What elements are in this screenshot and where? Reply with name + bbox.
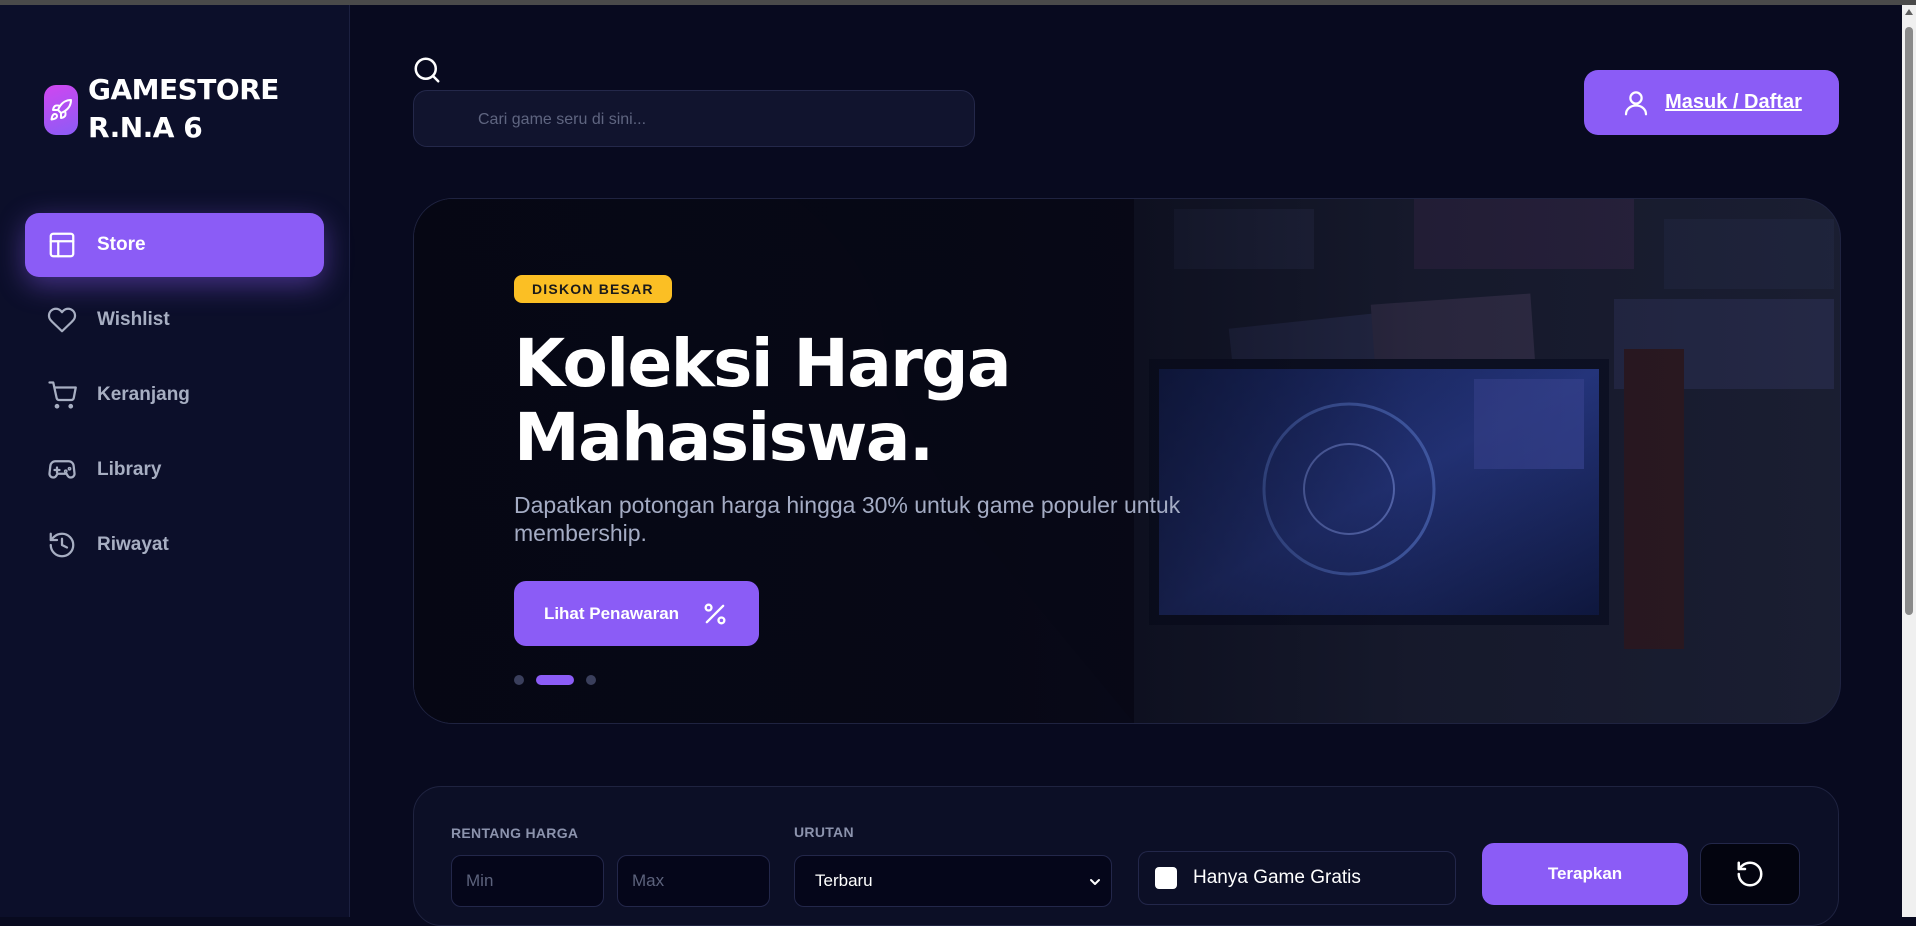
reset-icon bbox=[1737, 861, 1763, 887]
history-icon bbox=[49, 532, 75, 558]
percent-icon bbox=[704, 603, 726, 624]
user-icon bbox=[1625, 90, 1648, 115]
cart-icon bbox=[48, 381, 77, 409]
scrollbar-thumb[interactable] bbox=[1905, 27, 1913, 615]
sidebar-nav: Store Wishlist Keranjang Library Riwayat bbox=[25, 213, 324, 588]
scroll-up-arrow-icon[interactable] bbox=[1905, 9, 1913, 15]
gamepad-icon bbox=[48, 460, 76, 479]
hero-title-line-2: Mahasiswa. bbox=[514, 399, 934, 476]
price-max-input[interactable]: Max bbox=[617, 855, 770, 907]
sidebar-item-label: Wishlist bbox=[97, 309, 170, 330]
brand-name: GAMESTORE R.N.A 6 bbox=[88, 71, 279, 147]
discount-badge: DISKON BESAR bbox=[514, 275, 672, 303]
carousel-dot-active[interactable] bbox=[536, 675, 574, 685]
sidebar-item-library[interactable]: Library bbox=[25, 438, 324, 502]
sort-select[interactable]: Terbaru bbox=[794, 855, 1112, 907]
login-register-button[interactable]: Masuk / Daftar bbox=[1584, 70, 1839, 135]
free-only-toggle[interactable]: Hanya Game Gratis bbox=[1138, 851, 1456, 905]
sort-selected-value: Terbaru bbox=[815, 871, 873, 890]
search-icon bbox=[414, 57, 440, 83]
brand-line-1: GAMESTORE bbox=[88, 73, 279, 106]
login-register-label: Masuk / Daftar bbox=[1665, 91, 1802, 113]
price-max-placeholder: Max bbox=[632, 871, 665, 890]
store-icon bbox=[49, 232, 75, 258]
carousel-dot[interactable] bbox=[514, 675, 524, 685]
search-input[interactable] bbox=[476, 91, 960, 148]
carousel-indicators bbox=[514, 675, 608, 685]
carousel-dot[interactable] bbox=[586, 675, 596, 685]
sidebar-item-riwayat[interactable]: Riwayat bbox=[25, 513, 324, 577]
price-range-label: RENTANG HARGA bbox=[451, 825, 579, 841]
apply-filter-label: Terapkan bbox=[1547, 864, 1623, 883]
price-min-placeholder: Min bbox=[466, 871, 494, 890]
sidebar-item-label: Store bbox=[97, 234, 146, 255]
hero-title-line-1: Koleksi Harga bbox=[514, 325, 1012, 402]
page-scrollbar[interactable] bbox=[1902, 5, 1916, 917]
filter-panel: RENTANG HARGA Min Max URUTAN Terbaru Han… bbox=[413, 786, 1839, 926]
brand-logo[interactable]: GAMESTORE R.N.A 6 bbox=[44, 71, 279, 147]
free-only-checkbox[interactable] bbox=[1155, 867, 1177, 889]
sort-label: URUTAN bbox=[794, 824, 854, 840]
chevron-down-icon bbox=[1090, 879, 1100, 885]
sidebar-item-label: Riwayat bbox=[97, 534, 169, 555]
price-min-input[interactable]: Min bbox=[451, 855, 604, 907]
hero-banner: DISKON BESAR Koleksi Harga Mahasiswa. Da… bbox=[413, 198, 1841, 724]
sidebar-item-wishlist[interactable]: Wishlist bbox=[25, 288, 324, 352]
sidebar-item-label: Keranjang bbox=[97, 384, 190, 405]
view-offer-label: Lihat Penawaran bbox=[543, 603, 680, 623]
search-field bbox=[413, 90, 975, 148]
heart-icon bbox=[47, 307, 77, 333]
sidebar: GAMESTORE R.N.A 6 Store Wishlist Keranja… bbox=[0, 5, 350, 917]
brand-line-2: R.N.A 6 bbox=[88, 111, 203, 144]
hero-title: Koleksi Harga Mahasiswa. bbox=[514, 327, 1274, 475]
rocket-icon bbox=[44, 85, 78, 135]
free-only-label: Hanya Game Gratis bbox=[1193, 867, 1361, 888]
sidebar-item-store[interactable]: Store bbox=[25, 213, 324, 277]
hero-subtitle: Dapatkan potongan harga hingga 30% untuk… bbox=[514, 492, 1181, 546]
reset-filter-button[interactable] bbox=[1700, 843, 1800, 905]
sidebar-item-label: Library bbox=[97, 459, 162, 480]
sidebar-item-keranjang[interactable]: Keranjang bbox=[25, 363, 324, 427]
apply-filter-button[interactable]: Terapkan bbox=[1482, 843, 1688, 905]
view-offer-button[interactable]: Lihat Penawaran bbox=[514, 581, 759, 646]
